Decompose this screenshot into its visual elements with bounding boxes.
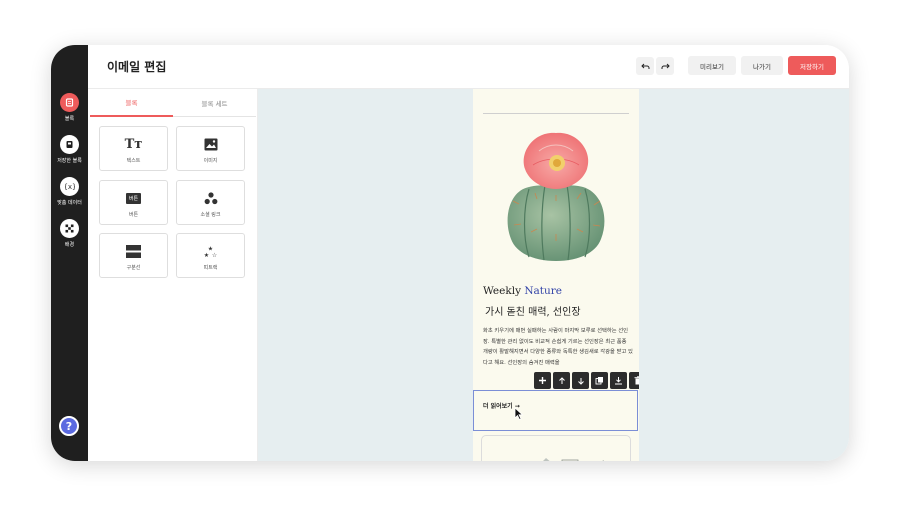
copy-icon xyxy=(595,377,603,385)
redo-button[interactable] xyxy=(656,57,674,75)
email-subtitle: 가시 돋친 매력, 선인장 xyxy=(485,307,581,318)
tile-label: 버튼 xyxy=(128,212,139,218)
email-body-text: 화초 키우기에 매번 실패하는 사람이 마지막 보루로 선택하는 선인장. 특별… xyxy=(483,328,633,366)
editor-canvas: Weekly Nature 가시 돋친 매력, 선인장 화초 키우기에 매번 실… xyxy=(258,89,849,461)
tile-text[interactable]: Tт 텍스트 xyxy=(99,126,168,171)
svg-text:☆: ☆ xyxy=(212,252,217,258)
arrow-down-icon xyxy=(577,377,584,385)
copy-block-button[interactable] xyxy=(591,372,608,389)
illustration-image xyxy=(543,458,604,461)
exit-button[interactable]: 나가기 xyxy=(741,56,783,75)
redo-icon xyxy=(661,63,670,69)
plus-icon xyxy=(539,377,546,384)
save-button[interactable]: 저장하기 xyxy=(788,56,836,75)
rail-item-block[interactable]: 블록 xyxy=(51,93,88,122)
preview-button[interactable]: 미리보기 xyxy=(688,56,736,75)
tile-label: 소셜 링크 xyxy=(200,212,221,218)
rail-label: 저장한 블록 xyxy=(57,158,82,164)
selected-button-block[interactable]: 더 읽어보기 → xyxy=(473,390,638,431)
background-icon xyxy=(60,219,79,238)
block-panel: 블록 블록 세트 Tт 텍스트 이미지 버튼 버튼 소셜 링크 구분선 ★ ★ … xyxy=(88,89,258,461)
app-frame: 블록 저장한 블록 {x} 맞춤 데이터 배경 ? 이메일 편집 xyxy=(51,45,849,461)
tile-button[interactable]: 버튼 버튼 xyxy=(99,180,168,225)
undo-icon xyxy=(640,63,649,69)
email-title-accent: Nature xyxy=(524,285,563,297)
tile-stars[interactable]: ★ ★ ☆ 띠트랙 xyxy=(176,233,245,278)
rail-item-custom-data[interactable]: {x} 맞춤 데이터 xyxy=(51,177,88,206)
block-toolbar xyxy=(534,372,639,389)
image-icon xyxy=(204,137,218,152)
email-title: Weekly Nature xyxy=(483,285,563,297)
tab-blocks[interactable]: 블록 xyxy=(90,89,173,117)
tab-block-sets[interactable]: 블록 세트 xyxy=(173,89,256,117)
rail-item-background[interactable]: 배경 xyxy=(51,219,88,248)
rail-item-saved-block[interactable]: 저장한 블록 xyxy=(51,135,88,164)
tile-label: 띠트랙 xyxy=(203,265,218,271)
tile-label: 이미지 xyxy=(203,158,218,164)
rail-label: 맞춤 데이터 xyxy=(57,200,82,206)
cursor-icon xyxy=(514,407,524,420)
email-divider xyxy=(483,113,629,114)
text-icon: Tт xyxy=(124,137,143,152)
custom-data-icon: {x} xyxy=(60,177,79,196)
divider-icon xyxy=(126,244,141,259)
header: 이메일 편집 미리보기 나가기 저장하기 xyxy=(88,45,849,89)
svg-text:{x}: {x} xyxy=(65,183,75,191)
social-link-icon xyxy=(204,191,218,206)
move-up-button[interactable] xyxy=(553,372,570,389)
tile-social-link[interactable]: 소셜 링크 xyxy=(176,180,245,225)
next-block-card[interactable] xyxy=(481,435,631,461)
tile-image[interactable]: 이미지 xyxy=(176,126,245,171)
rail-label: 배경 xyxy=(64,242,75,248)
save-icon xyxy=(615,377,622,385)
add-block-button[interactable] xyxy=(534,372,551,389)
delete-block-button[interactable] xyxy=(629,372,639,389)
svg-text:★: ★ xyxy=(204,252,209,258)
rail-label: 블록 xyxy=(64,116,75,122)
button-icon: 버튼 xyxy=(125,191,142,206)
saved-block-icon xyxy=(60,135,79,154)
cactus-image[interactable] xyxy=(499,129,613,267)
tile-divider[interactable]: 구분선 xyxy=(99,233,168,278)
move-down-button[interactable] xyxy=(572,372,589,389)
tile-label: 구분선 xyxy=(126,265,141,271)
help-icon: ? xyxy=(65,419,73,433)
stars-icon: ★ ★ ☆ xyxy=(203,244,218,259)
undo-button[interactable] xyxy=(636,57,654,75)
panel-tabs: 블록 블록 세트 xyxy=(90,89,256,117)
block-icon xyxy=(60,93,79,112)
help-button[interactable]: ? xyxy=(59,416,79,436)
email-preview: Weekly Nature 가시 돋친 매력, 선인장 화초 키우기에 매번 실… xyxy=(473,89,639,461)
arrow-up-icon xyxy=(558,376,565,384)
page-title: 이메일 편집 xyxy=(107,60,167,74)
save-block-button[interactable] xyxy=(610,372,627,389)
trash-icon xyxy=(634,376,639,385)
tile-label: 텍스트 xyxy=(126,158,141,164)
left-rail: 블록 저장한 블록 {x} 맞춤 데이터 배경 ? xyxy=(51,45,88,461)
